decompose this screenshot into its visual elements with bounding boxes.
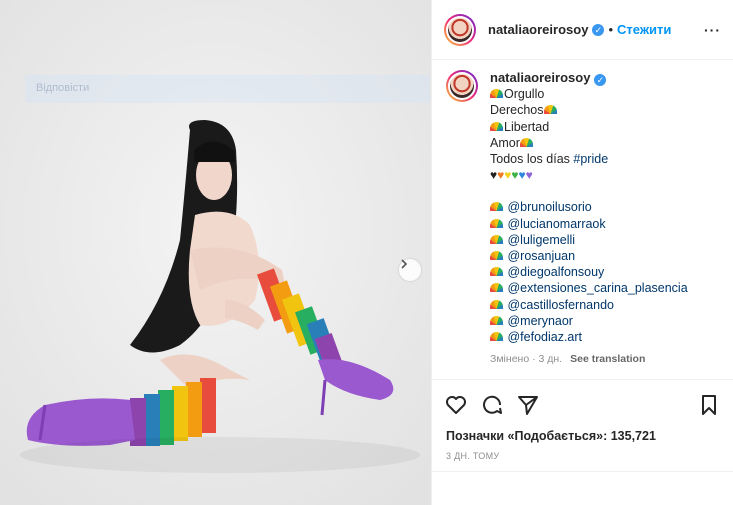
rainbow-icon (490, 202, 503, 212)
mention-link[interactable]: @brunoilusorio (507, 200, 591, 214)
caption-area: nataliaoreirosoy ✓ Orgullo Derechos Liber… (432, 60, 733, 379)
rainbow-icon (490, 332, 503, 342)
rainbow-icon (490, 234, 503, 244)
bookmark-icon[interactable] (697, 393, 721, 417)
heart-icon: ♥ (511, 168, 519, 183)
hashtag-link[interactable]: #pride (573, 152, 608, 166)
post-date: 3 ДН. ТОМУ (446, 451, 500, 461)
instagram-post-view: Відповісти nataliaoreirosoy ✓ • Стежити … (0, 0, 733, 505)
post-header: nataliaoreirosoy ✓ • Стежити ··· (432, 0, 733, 60)
mention-line: @merynaor (490, 313, 688, 329)
rainbow-icon (519, 137, 533, 147)
caption-meta: Змінено · 3 дн. See translation (490, 351, 688, 367)
heart-emoji-row: ♥♥♥♥♥♥ (490, 167, 688, 183)
comment-box-area (432, 471, 733, 505)
rainbow-icon (490, 218, 503, 228)
caption: nataliaoreirosoy ✓ Orgullo Derechos Liber… (490, 70, 688, 379)
mention-link[interactable]: @fefodiaz.art (507, 330, 582, 344)
caption-line: Orgullo (490, 86, 688, 102)
caption-username[interactable]: nataliaoreirosoy (490, 70, 590, 85)
action-bar (432, 379, 733, 429)
mention-link[interactable]: @castillosfernando (507, 298, 614, 312)
mention-line: @rosanjuan (490, 248, 688, 264)
next-image-button[interactable] (399, 259, 421, 281)
mention-link[interactable]: @luligemelli (507, 233, 575, 247)
post-photo[interactable]: Відповісти (0, 0, 431, 505)
mention-line: @lucianomarraok (490, 216, 688, 232)
mention-link[interactable]: @extensiones_carina_plasencia (507, 281, 687, 295)
rainbow-icon (490, 121, 503, 131)
heart-icon[interactable] (444, 393, 468, 417)
caption-line: Libertad (490, 119, 688, 135)
caption-line: Derechos (490, 102, 688, 118)
edited-time: Змінено · 3 дн. (490, 353, 563, 366)
mention-link[interactable]: @lucianomarraok (507, 217, 605, 231)
share-icon[interactable] (516, 393, 540, 417)
see-translation-link[interactable]: See translation (570, 353, 645, 365)
caption-author-avatar[interactable] (446, 70, 478, 102)
author-username[interactable]: nataliaoreirosoy (488, 22, 588, 37)
mention-line: @castillosfernando (490, 297, 688, 313)
mention-line: @luligemelli (490, 232, 688, 248)
likes-count[interactable]: Позначки «Подобається»: 135,721 (432, 429, 733, 451)
rainbow-icon (490, 299, 503, 309)
follow-button[interactable]: Стежити (617, 22, 671, 37)
comment-icon[interactable] (480, 393, 504, 417)
author-avatar[interactable] (444, 13, 476, 46)
post-side-panel: nataliaoreirosoy ✓ • Стежити ··· natalia… (431, 0, 733, 505)
verified-badge-icon: ✓ (592, 23, 605, 36)
caption-verified-icon: ✓ (594, 74, 607, 86)
mention-line: @brunoilusorio (490, 199, 688, 215)
caption-line: Amor (490, 135, 688, 151)
heart-icon: ♥ (525, 168, 533, 183)
rainbow-icon (543, 105, 557, 115)
mention-link[interactable]: @rosanjuan (507, 249, 575, 263)
mention-link[interactable]: @diegoalfonsouy (507, 265, 604, 279)
rainbow-icon (490, 315, 503, 325)
rainbow-icon (490, 283, 503, 293)
overlay-label: Відповісти (36, 82, 90, 94)
rainbow-icon (490, 267, 503, 277)
mention-line: @fefodiaz.art (490, 329, 688, 345)
chevron-right-icon (401, 259, 408, 269)
heart-icon: ♥ (518, 168, 526, 183)
caption-line: Todos los días #pride (490, 152, 609, 167)
mention-line: @diegoalfonsouy (490, 264, 688, 280)
rainbow-icon (490, 251, 503, 261)
separator-dot: • (608, 22, 613, 37)
more-options-icon[interactable]: ··· (704, 22, 721, 38)
mention-link[interactable]: @merynaor (507, 314, 573, 328)
mention-line: @extensiones_carina_plasencia (490, 280, 688, 296)
rainbow-icon (490, 89, 503, 99)
